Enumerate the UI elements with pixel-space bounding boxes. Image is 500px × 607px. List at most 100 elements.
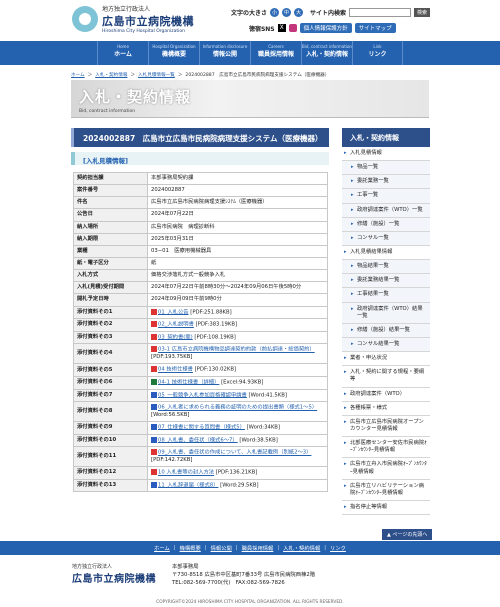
row-value: 価格交渉落札方式一般競争入札	[147, 269, 328, 283]
table-row: 契約担当課 本部事務局契約課	[73, 171, 328, 186]
breadcrumb-home[interactable]: ホーム	[71, 72, 85, 78]
header-tools: 文字の大きさ 小 中 大 サイト内検索 検索 徳宿SNS X 個人情報保護方針 …	[231, 8, 430, 33]
privacy-policy-button[interactable]: 個人情報保護方針	[299, 23, 352, 33]
sidebar-item[interactable]: 工事結果一覧	[342, 288, 430, 303]
instagram-icon[interactable]	[288, 24, 297, 32]
page: 地方独立行政法人 広島市立病院機構 Hiroshima City Hospita…	[0, 0, 500, 607]
attachment-link[interactable]: 03-1 広島市立病院機構物品調達契約約款（前払調達・総価契約）	[158, 347, 315, 353]
table-row: 入札方式 価格交渉落札方式一般競争入札	[73, 269, 328, 283]
row-key: 案件番号	[73, 184, 148, 198]
attachment-link[interactable]: 04-1 技術仕様書（詳細）	[158, 379, 219, 385]
breadcrumb-bid-contract[interactable]: 入札・契約情報	[95, 72, 127, 78]
site-footer: 地方独立行政法人 広島市立病院機構 本部事務局 〒730-8518 広島市中区基…	[0, 555, 500, 607]
sidebar-item[interactable]: 広島市立リハビリテーション病院ｵｰﾌﾟﾝｶｳﾝﾀｰ見積情報	[342, 479, 430, 501]
sidebar-item[interactable]: 入札・契約に関する規程・要綱等	[342, 366, 430, 388]
attachment-link[interactable]: 01_入札公告	[158, 309, 189, 315]
attachment-value: 04 技術仕様書 [PDF:130.02KB]	[147, 363, 328, 377]
breadcrumb-bid-list[interactable]: 入札見積情報一覧	[138, 72, 175, 78]
sidebar-item[interactable]: 広島市立広島市民病院オープンカウンター見積情報	[342, 415, 430, 438]
sidebar-item[interactable]: 委託業務結果一覧	[342, 274, 430, 289]
nav-careers[interactable]: Careers 職員採用情報	[250, 41, 301, 65]
sns-label: 徳宿SNS	[248, 25, 275, 33]
sidebar-item[interactable]: 指名停止等情報	[342, 500, 430, 516]
footer-nav: ホーム | 機構概要 | 情報公開 | 職員採用情報 | 入札・契約情報 | リンク	[0, 541, 500, 555]
attachment-link[interactable]: 09_入札書、委任状の作成について、入札書記載例（別紙2〜3）	[158, 450, 311, 456]
attachment-row: 添付資料その12 10 入札書等の封入方法 [PDF:136.21KB]	[73, 466, 328, 480]
sidebar-item[interactable]: 広島市立舟入市民病院ｵｰﾌﾟﾝｶｳﾝﾀｰ見積情報	[342, 458, 430, 480]
attachment-link[interactable]: 10 入札書等の封入方法	[158, 470, 214, 476]
table-row: 公告日 2024年07月22日	[73, 208, 328, 222]
footer-link-organization[interactable]: 機構概要	[180, 544, 201, 552]
row-value: 2024年07月22日午前8時30分〜2024年09月06日午後5時0分	[147, 281, 328, 295]
sidebar-item[interactable]: 業者・申込状況	[342, 352, 430, 367]
sidebar-item[interactable]: 修繕（施設）結果一覧	[342, 323, 430, 338]
attachment-row: 添付資料その5 04 技術仕様書 [PDF:130.02KB]	[73, 363, 328, 377]
nav-organization[interactable]: Hospital Organization 機構概要	[148, 41, 199, 65]
sidebar-item[interactable]: 政府調達案件（WTO）	[342, 387, 430, 402]
nav-disclosure[interactable]: Information disclosure 情報公開	[199, 41, 250, 65]
font-medium-button[interactable]: 中	[281, 8, 291, 17]
table-row: 件名 広島市立広島市民病院病理支援ｼｽﾃﾑ（医療機器）	[73, 196, 328, 210]
excel-file-icon	[151, 378, 157, 385]
org-name-en: Hiroshima City Hospital Organization	[102, 29, 185, 34]
site-header: 地方独立行政法人 広島市立病院機構 Hiroshima City Hospita…	[0, 0, 500, 40]
attachment-link[interactable]: 08_入札書、委任状（様式6〜7）	[158, 437, 238, 443]
search-button[interactable]: 検索	[413, 8, 430, 17]
pdf-file-icon	[151, 449, 157, 456]
nav-link[interactable]: Link リンク	[352, 41, 403, 65]
sidebar-title: 入札・契約情報	[342, 128, 430, 147]
attachment-link[interactable]: 05_一般競争入札参加資格確認申請書	[158, 392, 247, 398]
sidebar-item[interactable]: 入札見積情報	[342, 147, 430, 162]
attachment-key: 添付資料その2	[73, 318, 148, 332]
sidebar-item[interactable]: 物品一覧	[342, 161, 430, 176]
site-logo[interactable]: 地方独立行政法人 広島市立病院機構 Hiroshima City Hospita…	[72, 4, 194, 34]
word-file-icon	[151, 436, 157, 443]
attachment-meta: [Word:38.5KB]	[239, 437, 278, 444]
attachment-link[interactable]: 11_入札辞退届（様式8）	[158, 482, 218, 488]
breadcrumb: ホーム＞ 入札・契約情報＞ 入札見積情報一覧＞ 2024002887 広島市立広…	[71, 72, 330, 78]
font-large-button[interactable]: 大	[293, 8, 303, 17]
attachment-meta: [PDF:136.21KB]	[215, 469, 258, 476]
footer-link-disclosure[interactable]: 情報公開	[211, 544, 232, 552]
table-row: 開札予定日時 2024年09月09日午前9時0分	[73, 293, 328, 307]
x-twitter-icon[interactable]: X	[277, 24, 286, 32]
table-row: 入札(見積)受付期間 2024年07月22日午前8時30分〜2024年09月06…	[73, 281, 328, 295]
row-key: 納入場所	[73, 220, 148, 234]
row-value: 2024002887	[147, 184, 328, 198]
attachment-key: 添付資料その4	[73, 343, 148, 365]
page-top-button[interactable]: ▲ ページの先頭へ	[382, 529, 433, 540]
sitemap-button[interactable]: サイトマップ	[354, 23, 396, 33]
row-key: 業種	[73, 244, 148, 258]
attachment-value: 03-1 広島市立病院機構物品調達契約約款（前払調達・総価契約） [PDF:19…	[147, 343, 328, 365]
attachment-link[interactable]: 03_契約書(案)	[158, 334, 193, 340]
footer-link-link[interactable]: リンク	[330, 544, 346, 552]
attachment-link[interactable]: 04 技術仕様書	[158, 367, 193, 373]
nav-home[interactable]: Home ホーム	[97, 41, 148, 65]
sidebar-item[interactable]: コンサル一覧	[342, 231, 430, 246]
sidebar-item[interactable]: 入札見積結果情報	[342, 245, 430, 261]
attachment-value: 11_入札辞退届（様式8） [Word:29.5KB]	[147, 478, 328, 493]
attachment-value: 10 入札書等の封入方法 [PDF:136.21KB]	[147, 466, 328, 480]
sidebar-item[interactable]: 委託業務一覧	[342, 175, 430, 190]
sidebar-item[interactable]: 政府調達案件（WTO）一覧	[342, 203, 430, 218]
attachment-link[interactable]: 06_入札者に求められる義務の証明のための提出書類（様式1〜5）	[158, 405, 317, 411]
table-row: 納入場所 広島市民病院 病理診断科	[73, 220, 328, 234]
row-value: 2024年09月09日午前9時0分	[147, 293, 328, 307]
footer-link-careers[interactable]: 職員採用情報	[242, 544, 274, 552]
footer-link-bid-contract[interactable]: 入札・契約情報	[283, 544, 320, 552]
sidebar-item[interactable]: 工事一覧	[342, 189, 430, 204]
sidebar-item[interactable]: 北部医療センター安佐市民病院ｵｰﾌﾟﾝｶｳﾝﾀｰ見積情報	[342, 437, 430, 459]
attachment-row: 添付資料その7 05_一般競争入札参加資格確認申請書 [Word:41.5KB]	[73, 388, 328, 403]
search-input[interactable]	[348, 8, 411, 17]
nav-bid-contract[interactable]: Bid, contract information 入札・契約情報	[301, 41, 352, 65]
attachment-link[interactable]: 07_仕様書に関する質問書（様式5）	[158, 424, 245, 430]
sidebar-item[interactable]: 物品結果一覧	[342, 260, 430, 275]
footer-link-home[interactable]: ホーム	[154, 544, 170, 552]
font-small-button[interactable]: 小	[269, 8, 279, 17]
sidebar-item[interactable]: 修繕（施設）一覧	[342, 217, 430, 232]
sidebar-item[interactable]: 政府調達案件（WTO）結果一覧	[342, 302, 430, 324]
sidebar-item[interactable]: コンサル結果一覧	[342, 337, 430, 353]
attachment-link[interactable]: 02_入札説明書	[158, 322, 194, 328]
row-value: 紙	[147, 256, 328, 271]
sidebar-item[interactable]: 各種帳票・様式	[342, 401, 430, 416]
